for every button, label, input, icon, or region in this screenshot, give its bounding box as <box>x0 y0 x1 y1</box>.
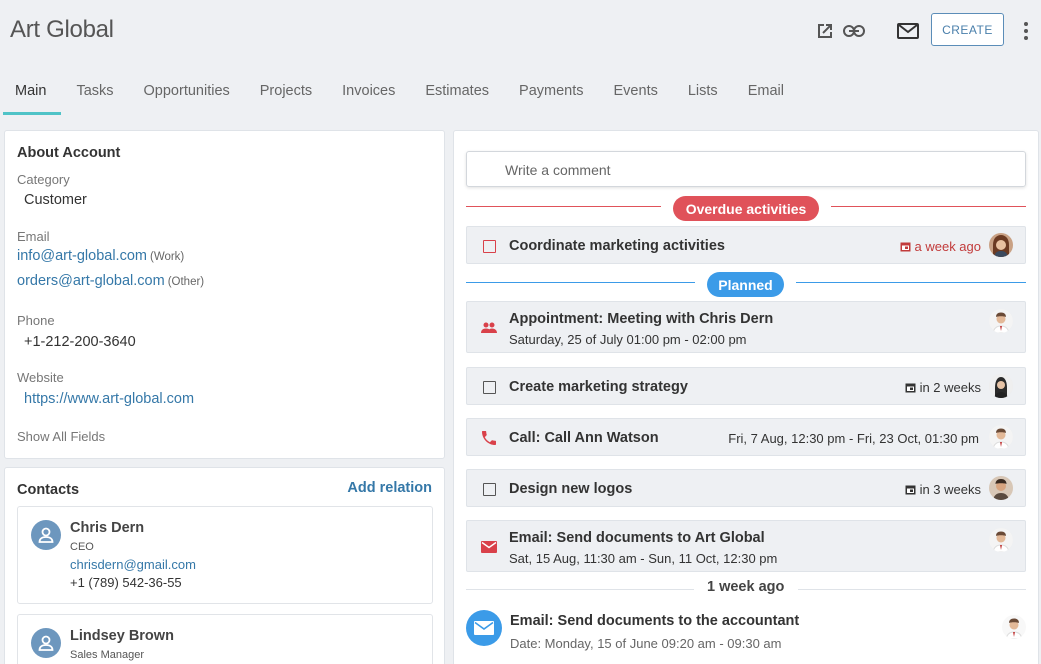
tab-opportunities[interactable]: Opportunities <box>129 72 245 115</box>
tab-tasks[interactable]: Tasks <box>61 72 128 115</box>
activity-title[interactable]: Call: Call Ann Watson <box>509 430 659 446</box>
activity-title[interactable]: Create marketing strategy <box>509 379 688 395</box>
mail-icon[interactable] <box>896 19 920 43</box>
user-avatar[interactable] <box>989 528 1013 552</box>
activity-date-range: Fri, 7 Aug, 12:30 pm - Fri, 23 Oct, 01:3… <box>728 431 979 446</box>
category-value: Customer <box>24 192 87 208</box>
activity-title[interactable]: Email: Send documents to Art Global <box>509 530 765 546</box>
contact-role: CEO <box>70 541 94 553</box>
tab-lists[interactable]: Lists <box>673 72 733 115</box>
phone-icon <box>481 430 497 446</box>
time-divider-label: 1 week ago <box>707 579 785 595</box>
email-link[interactable]: orders@art-global.com <box>17 273 165 289</box>
website-link[interactable]: https://www.art-global.com <box>24 391 194 407</box>
activity-due: in 2 weeks <box>905 380 981 395</box>
person-icon <box>31 520 61 550</box>
post-title[interactable]: Email: Send documents to the accountant <box>510 613 799 629</box>
person-icon <box>31 628 61 658</box>
phone-label: Phone <box>17 313 55 328</box>
contacts-heading: Contacts <box>17 482 80 498</box>
activity-due: in 3 weeks <box>905 482 981 497</box>
activity-title[interactable]: Coordinate marketing activities <box>509 238 725 254</box>
contacts-panel: Contacts Add relation Chris Dern CEO chr… <box>4 467 445 664</box>
contact-name[interactable]: Chris Dern <box>70 520 144 536</box>
email-type-tag: (Work) <box>149 251 185 263</box>
open-external-icon[interactable] <box>813 19 837 43</box>
email-item: orders@art-global.com (Other) <box>17 273 204 289</box>
add-relation-button[interactable]: Add relation <box>347 480 432 496</box>
activity-date: Saturday, 25 of July 01:00 pm - 02:00 pm <box>509 332 747 347</box>
checkbox-icon[interactable] <box>481 238 497 254</box>
user-avatar[interactable] <box>989 425 1013 449</box>
contact-phone: +1 (789) 542-36-55 <box>70 575 182 590</box>
activity-item[interactable]: Create marketing strategy in 2 weeks <box>466 367 1026 405</box>
category-label: Category <box>17 172 70 187</box>
activity-item[interactable]: Call: Call Ann Watson Fri, 7 Aug, 12:30 … <box>466 418 1026 456</box>
comment-input[interactable]: Write a comment <box>466 151 1026 187</box>
user-avatar[interactable] <box>989 374 1013 398</box>
tab-bar: Main Tasks Opportunities Projects Invoic… <box>0 72 799 116</box>
show-all-fields-link[interactable]: Show All Fields <box>17 429 105 444</box>
planned-divider: Planned <box>466 272 1026 297</box>
stream-post[interactable]: Email: Send documents to the accountant … <box>466 607 1026 664</box>
email-label: Email <box>17 229 50 244</box>
more-vertical-icon[interactable] <box>1016 18 1036 44</box>
meeting-icon <box>481 320 497 336</box>
contact-card[interactable]: Chris Dern CEO chrisdern@gmail.com +1 (7… <box>17 506 433 604</box>
website-label: Website <box>17 370 64 385</box>
tab-estimates[interactable]: Estimates <box>410 72 504 115</box>
tab-payments[interactable]: Payments <box>504 72 598 115</box>
page-header: Art Global CREATE <box>0 0 1041 64</box>
page-title: Art Global <box>10 16 114 43</box>
activity-item[interactable]: Appointment: Meeting with Chris Dern Sat… <box>466 301 1026 353</box>
calendar-icon <box>900 242 910 252</box>
time-divider: 1 week ago <box>466 579 1026 599</box>
link-icon[interactable] <box>842 19 866 43</box>
create-button[interactable]: CREATE <box>931 13 1004 46</box>
tab-invoices[interactable]: Invoices <box>327 72 410 115</box>
activity-stream-panel: Write a comment Overdue activities Coord… <box>453 130 1039 664</box>
tab-projects[interactable]: Projects <box>245 72 327 115</box>
contact-name[interactable]: Lindsey Brown <box>70 628 174 644</box>
email-link[interactable]: info@art-global.com <box>17 248 147 264</box>
activity-due: a week ago <box>900 239 981 254</box>
email-icon <box>481 539 497 555</box>
calendar-icon <box>905 383 916 393</box>
user-avatar[interactable] <box>989 309 1013 333</box>
activity-item[interactable]: Email: Send documents to Art Global Sat,… <box>466 520 1026 572</box>
email-type-tag: (Other) <box>167 276 205 288</box>
calendar-icon <box>905 485 916 495</box>
activity-date: Sat, 15 Aug, 11:30 am - Sun, 11 Oct, 12:… <box>509 551 778 566</box>
tab-events[interactable]: Events <box>599 72 673 115</box>
user-avatar[interactable] <box>989 233 1013 257</box>
user-avatar[interactable] <box>989 476 1013 500</box>
contact-email-link[interactable]: chrisdern@gmail.com <box>70 557 196 572</box>
activity-item[interactable]: Coordinate marketing activities a week a… <box>466 226 1026 264</box>
activity-title[interactable]: Appointment: Meeting with Chris Dern <box>509 311 773 327</box>
phone-value: +1-212-200-3640 <box>24 334 136 350</box>
checkbox-icon[interactable] <box>481 379 497 395</box>
post-date: Date: Monday, 15 of June 09:20 am - 09:3… <box>510 636 782 651</box>
contact-card[interactable]: Lindsey Brown Sales Manager <box>17 614 433 664</box>
contact-role: Sales Manager <box>70 649 144 661</box>
about-account-heading: About Account <box>17 145 121 161</box>
tab-main[interactable]: Main <box>0 72 62 115</box>
email-item: info@art-global.com (Work) <box>17 248 184 264</box>
overdue-divider: Overdue activities <box>466 196 1026 221</box>
overdue-badge: Overdue activities <box>673 196 819 221</box>
email-icon <box>466 610 502 646</box>
activity-title[interactable]: Design new logos <box>509 481 632 497</box>
about-account-panel: About Account Category Customer Email in… <box>4 130 445 459</box>
planned-badge: Planned <box>707 272 784 297</box>
tab-email[interactable]: Email <box>733 72 799 115</box>
activity-item[interactable]: Design new logos in 3 weeks <box>466 469 1026 507</box>
user-avatar[interactable] <box>1002 615 1026 639</box>
checkbox-icon[interactable] <box>481 481 497 497</box>
